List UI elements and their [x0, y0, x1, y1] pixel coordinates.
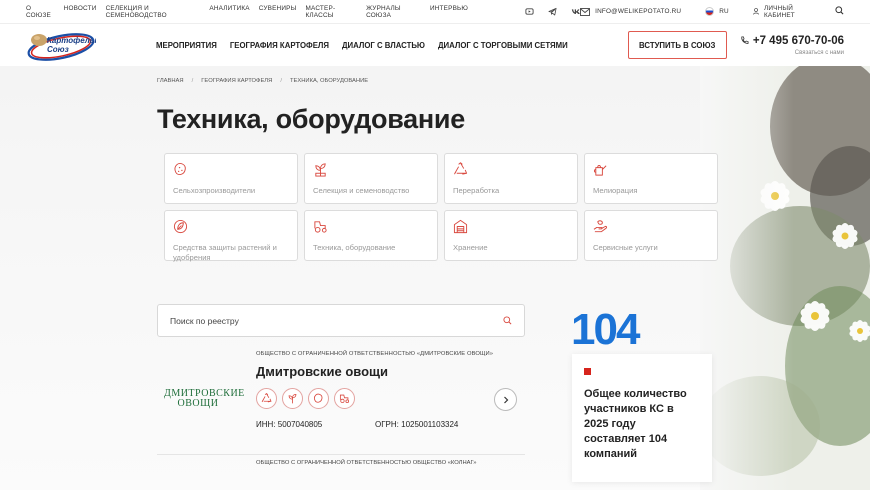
category-card-machinery[interactable]: Техника, оборудование [304, 210, 438, 261]
chevron-right-icon [503, 396, 508, 403]
warehouse-icon [453, 219, 468, 234]
top-bar: О союзе Новости Селекция и семеноводство… [0, 0, 870, 24]
social-links [525, 7, 580, 16]
registry-entry[interactable]: ДМИТРОВСКИЕ ОВОЩИ Общество с ограниченно… [157, 349, 525, 455]
leaf-shield-icon [173, 219, 188, 234]
category-card-protection[interactable]: Средства защиты растений и удобрения [164, 210, 298, 262]
category-card-storage[interactable]: Хранение [444, 210, 578, 261]
page-title: Техника, оборудование [157, 104, 465, 134]
company-logo-line2: ОВОЩИ [177, 398, 219, 409]
breadcrumb-separator: / [191, 78, 194, 84]
top-nav-masterclasses[interactable]: Мастер-классы [305, 5, 357, 19]
next-arrow-button[interactable] [494, 388, 517, 411]
watering-can-icon [593, 165, 607, 176]
category-card-selection[interactable]: Селекция и семеноводство [304, 153, 438, 204]
company-full-name: Общество с ограниченной ответственностью… [256, 351, 494, 357]
svg-text:Союз: Союз [47, 45, 69, 54]
category-card-services[interactable]: Сервисные услуги [584, 210, 718, 261]
registry-search [157, 304, 525, 337]
language-switch[interactable]: RU [705, 7, 729, 16]
top-nav-news[interactable]: Новости [64, 5, 97, 19]
tractor-icon [334, 388, 355, 409]
top-right: INFO@WELIKEPOTATO.RU RU Личный кабинет [580, 5, 844, 19]
email-link[interactable]: INFO@WELIKEPOTATO.RU [580, 7, 682, 16]
company-logo: ДМИТРОВСКИЕ ОВОЩИ [164, 389, 244, 409]
tractor-icon [314, 221, 327, 233]
top-nav-analytics[interactable]: Аналитика [209, 5, 249, 19]
recycle-icon [256, 388, 277, 409]
top-nav-interview[interactable]: Интервью [430, 5, 468, 19]
phone-link[interactable]: +7 495 670-70-06 [740, 35, 844, 47]
cabinet-link[interactable]: Личный кабинет [753, 5, 811, 19]
nav-dialog-retail[interactable]: Диалог с торговыми сетями [438, 41, 568, 50]
vk-icon[interactable] [571, 7, 580, 16]
top-nav-about[interactable]: О союзе [26, 5, 55, 19]
potato-icon [174, 163, 186, 176]
potato-flowers-image [700, 66, 870, 490]
company-ogrn: ОГРН: 1025001103324 [375, 420, 459, 429]
sprout-icon [315, 163, 326, 177]
category-label: Сельхозпроизводители [173, 186, 256, 195]
hand-service-icon [593, 220, 608, 233]
youtube-icon[interactable] [525, 7, 534, 16]
svg-text:Картофельный: Картофельный [47, 36, 96, 45]
top-nav-selection[interactable]: Селекция и семеноводство [106, 5, 201, 19]
phone-number: +7 495 670-70-06 [752, 34, 844, 47]
company-categories [256, 388, 525, 409]
sprout-icon [282, 388, 303, 409]
red-square-marker [584, 368, 591, 375]
phone-icon [741, 36, 749, 44]
top-nav: О союзе Новости Селекция и семеноводство… [26, 5, 468, 19]
company-name[interactable]: Дмитровские овощи [256, 364, 525, 379]
main-header: Картофельный Союз Мероприятия География … [0, 24, 870, 66]
members-stat-text: Общее количество участников КС в 2025 го… [584, 388, 687, 461]
nav-events[interactable]: Мероприятия [156, 41, 217, 50]
category-label: Техника, оборудование [313, 243, 396, 252]
phone-block: +7 495 670-70-06 Связаться с нами [740, 35, 844, 56]
main-nav: Мероприятия География картофеля Диалог с… [156, 41, 568, 50]
language-label: RU [719, 8, 729, 15]
breadcrumb-separator: / [280, 78, 282, 84]
search-icon[interactable] [503, 312, 512, 330]
category-label: Сервисные услуги [593, 243, 658, 252]
top-nav-journals[interactable]: Журналы союза [366, 5, 421, 19]
category-label: Мелиорация [593, 186, 638, 195]
breadcrumb-home[interactable]: Главная [157, 78, 184, 84]
category-label: Средства защиты растений и удобрения [173, 243, 277, 262]
nav-dialog-government[interactable]: Диалог с властью [342, 41, 425, 50]
email-text: INFO@WELIKEPOTATO.RU [595, 8, 682, 15]
breadcrumb: Главная / География картофеля / Техника,… [157, 78, 368, 84]
category-label: Переработка [453, 186, 500, 195]
members-stat-card: Общее количество участников КС в 2025 го… [572, 354, 712, 482]
mail-icon [580, 7, 591, 16]
category-label: Хранение [453, 243, 488, 252]
cabinet-label: Личный кабинет [763, 4, 795, 19]
company-ids: ИНН: 5007040805 ОГРН: 1025001103324 [256, 420, 525, 429]
contact-link[interactable]: Связаться с нами [740, 50, 844, 56]
category-card-producers[interactable]: Сельхозпроизводители [164, 153, 298, 204]
flag-ru-icon [705, 7, 715, 16]
category-label: Селекция и семеноводство [313, 186, 410, 195]
join-union-button[interactable]: Вступить в союз [627, 31, 727, 59]
category-grid: Сельхозпроизводители Селекция и семеново… [164, 153, 720, 262]
site-logo[interactable]: Картофельный Союз [26, 27, 111, 63]
registry-search-input[interactable] [170, 315, 503, 326]
breadcrumb-current: Техника, оборудование [289, 78, 369, 84]
search-icon[interactable] [835, 6, 844, 17]
breadcrumb-geography[interactable]: География картофеля [201, 78, 272, 84]
nav-geography[interactable]: География картофеля [230, 41, 329, 50]
members-count: 104 [571, 305, 640, 354]
registry-entry[interactable]: Общество с ограниченной ответственностью… [157, 458, 525, 470]
entry-divider [157, 454, 525, 455]
company-inn: ИНН: 5007040805 [256, 420, 323, 429]
telegram-icon[interactable] [548, 7, 557, 16]
potato-icon [308, 388, 329, 409]
top-nav-souvenirs[interactable]: Сувениры [259, 5, 297, 19]
user-icon [753, 8, 759, 15]
recycle-icon [454, 162, 468, 175]
category-card-processing[interactable]: Переработка [444, 153, 578, 204]
category-card-melioration[interactable]: Мелиорация [584, 153, 718, 204]
company-full-name: Общество с ограниченной ответственностью… [256, 460, 477, 466]
